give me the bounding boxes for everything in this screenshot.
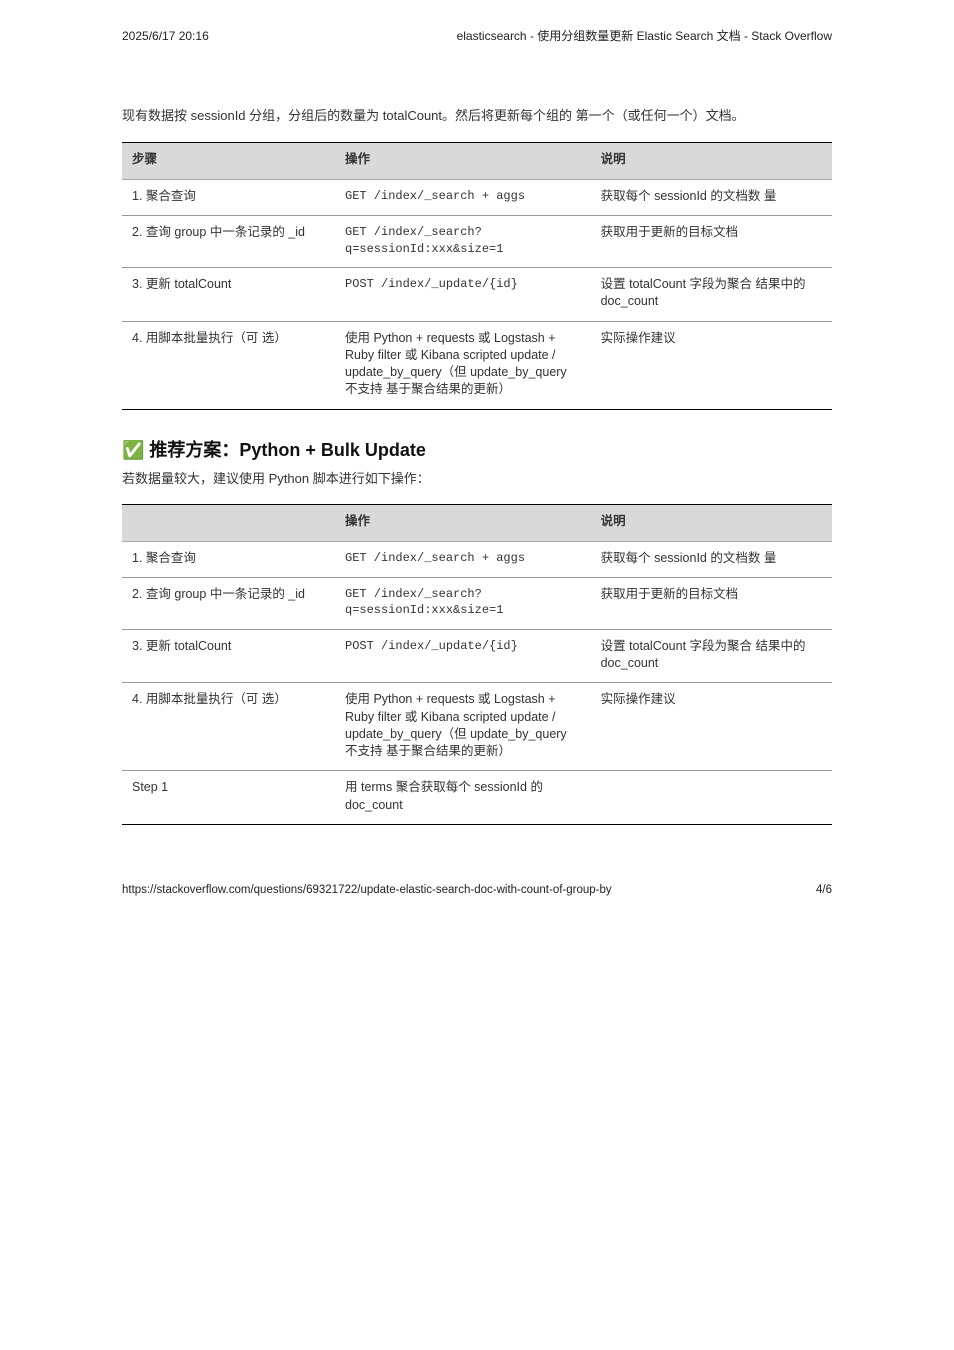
intro-text: 现有数据按 sessionId 分组，分组后的数量为 totalCount。然后… <box>122 107 832 125</box>
table-row: 4. ⽤脚本批量执⾏（可 选） 使⽤ Python + requests 或 L… <box>122 321 832 409</box>
section-body: 若数据量较大，建议使用 Python 脚本进行如下操作： <box>122 470 832 488</box>
steps-table-1: 步骤 操作 说明 1. 聚合查询 GET /index/_search + ag… <box>122 142 832 409</box>
section-title: ✅ 推荐方案：Python + Bulk Update <box>122 438 832 463</box>
table-header-row: 步骤 操作 说明 <box>122 143 832 179</box>
table-row: 2. 查询 group 中一条记录的 _id GET /index/_searc… <box>122 577 832 629</box>
col-desc: 说明 <box>591 143 832 179</box>
steps-table-2: 操作 说明 1. 聚合查询 GET /index/_search + aggs … <box>122 504 832 825</box>
col-operation: 操作 <box>335 505 591 541</box>
table-row: 4. ⽤脚本批量执⾏（可 选） 使⽤ Python + requests 或 L… <box>122 683 832 771</box>
col-step <box>122 505 335 541</box>
col-step: 步骤 <box>122 143 335 179</box>
footer-url: https://stackoverflow.com/questions/6932… <box>122 883 612 899</box>
table-row: 1. 聚合查询 GET /index/_search + aggs 获取每个 s… <box>122 179 832 215</box>
table-row: 3. 更新 totalCount POST /index/_update/{id… <box>122 268 832 322</box>
table-row: 3. 更新 totalCount POST /index/_update/{id… <box>122 629 832 683</box>
page-footer: https://stackoverflow.com/questions/6932… <box>122 883 832 899</box>
header-topic: elasticsearch - 使用分组数量更新 Elastic Search … <box>457 28 832 45</box>
page-number: 4/6 <box>816 883 832 899</box>
col-operation: 操作 <box>335 143 591 179</box>
table-header-row: 操作 说明 <box>122 505 832 541</box>
table-row: 1. 聚合查询 GET /index/_search + aggs 获取每个 s… <box>122 541 832 577</box>
header-date: 2025/6/17 20:16 <box>122 28 209 45</box>
table-row: Step 1 ⽤ terms 聚合获取每个 sessionId 的 doc_co… <box>122 771 832 825</box>
page-header: 2025/6/17 20:16 elasticsearch - 使用分组数量更新… <box>122 28 832 45</box>
col-desc: 说明 <box>591 505 832 541</box>
table-row: 2. 查询 group 中一条记录的 _id GET /index/_searc… <box>122 215 832 267</box>
